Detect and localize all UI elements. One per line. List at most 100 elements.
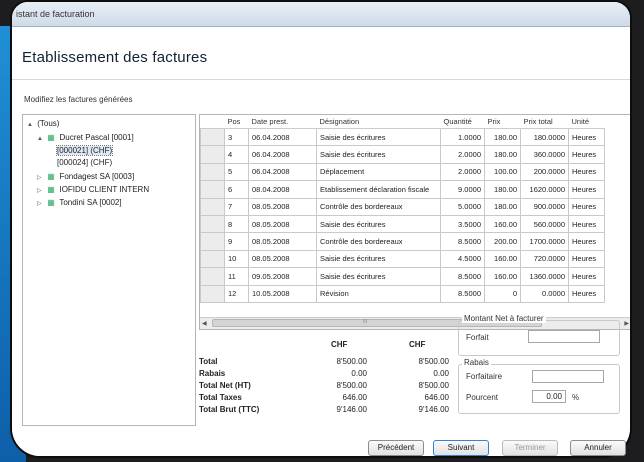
column-header-unite[interactable]: Unité xyxy=(568,115,605,129)
table-cell[interactable]: 560.0000 xyxy=(520,214,569,234)
row-header[interactable] xyxy=(200,180,225,199)
table-row[interactable]: 3 06.04.2008 Saisie des écritures 1.0000 180… xyxy=(200,127,605,147)
vertical-scrollbar[interactable]: ▲ ▼ xyxy=(630,115,632,315)
table-cell[interactable]: 10.05.2008 xyxy=(248,284,317,303)
table-cell[interactable]: 160.00 xyxy=(484,267,521,286)
table-cell[interactable]: Contrôle des bordereaux xyxy=(316,197,441,216)
row-header[interactable] xyxy=(200,232,225,251)
table-cell[interactable]: 1700.0000 xyxy=(520,232,569,251)
cancel-button[interactable]: Annuler xyxy=(570,440,626,456)
table-cell[interactable]: Etablissement déclaration fiscale xyxy=(316,180,441,199)
table-cell[interactable]: Heures xyxy=(568,214,605,234)
table-cell[interactable]: 8.5000 xyxy=(440,284,485,303)
expand-arrow-icon[interactable]: ▲ xyxy=(37,134,45,145)
table-cell[interactable]: Contrôle des bordereaux xyxy=(316,232,441,251)
column-header-date[interactable]: Date prest. xyxy=(248,115,317,129)
table-cell[interactable]: 180.00 xyxy=(484,180,521,199)
row-header[interactable] xyxy=(200,267,225,286)
table-cell[interactable]: 180.00 xyxy=(484,197,521,216)
tree-item-invoice-000024[interactable]: [000024] (CHF) xyxy=(57,157,112,168)
table-cell[interactable]: 08.05.2008 xyxy=(248,214,317,234)
table-cell[interactable]: 4.5000 xyxy=(440,249,485,269)
table-cell[interactable]: Saisie des écritures xyxy=(316,249,441,269)
table-cell[interactable]: Heures xyxy=(568,284,605,303)
table-cell[interactable]: 2.0000 xyxy=(440,145,485,164)
table-cell[interactable]: 8 xyxy=(224,214,249,234)
table-cell[interactable]: Saisie des écritures xyxy=(316,127,441,147)
expand-arrow-icon[interactable]: ▷ xyxy=(37,199,45,210)
table-cell[interactable]: 160.00 xyxy=(484,249,521,269)
table-cell[interactable]: Heures xyxy=(568,267,605,286)
expand-arrow-icon[interactable]: ▷ xyxy=(37,186,45,197)
table-cell[interactable]: 12 xyxy=(224,284,249,303)
tree-item-all[interactable]: ▲ (Tous) xyxy=(27,118,59,129)
table-cell[interactable]: 180.00 xyxy=(484,145,521,164)
table-cell[interactable]: 06.04.2008 xyxy=(248,145,317,164)
table-row[interactable]: 6 08.04.2008 Etablissement déclaration fis… xyxy=(200,180,605,199)
table-cell[interactable]: 0 xyxy=(484,284,521,303)
table-cell[interactable]: Heures xyxy=(568,180,605,199)
table-row[interactable]: 7 08.05.2008 Contrôle des bordereaux 5.0000… xyxy=(200,197,605,216)
table-cell[interactable]: 2.0000 xyxy=(440,162,485,182)
table-cell[interactable]: Heures xyxy=(568,162,605,182)
table-cell[interactable]: 3 xyxy=(224,127,249,147)
table-cell[interactable]: 9 xyxy=(224,232,249,251)
row-header[interactable] xyxy=(200,162,225,182)
table-cell[interactable]: 720.0000 xyxy=(520,249,569,269)
tree-item-tondini[interactable]: ▷ ▦ Tondini SA [0002] xyxy=(37,197,122,208)
column-header-pos[interactable]: Pos xyxy=(224,115,249,129)
table-cell[interactable]: 360.0000 xyxy=(520,145,569,164)
table-cell[interactable]: 08.05.2008 xyxy=(248,249,317,269)
table-cell[interactable]: 0.0000 xyxy=(520,284,569,303)
row-header[interactable] xyxy=(200,249,225,269)
table-cell[interactable]: Révision xyxy=(316,284,441,303)
table-cell[interactable]: 08.05.2008 xyxy=(248,232,317,251)
tree-item-ducret[interactable]: ▲ ▦ Ducret Pascal [0001] xyxy=(37,132,134,143)
table-cell[interactable]: 7 xyxy=(224,197,249,216)
scroll-left-icon[interactable]: ◀ xyxy=(202,320,207,327)
table-row[interactable]: 12 10.05.2008 Révision 8.5000 0 0.0000 Heures xyxy=(200,284,605,303)
table-cell[interactable]: 6 xyxy=(224,180,249,199)
row-header[interactable] xyxy=(200,197,225,216)
table-cell[interactable]: 09.05.2008 xyxy=(248,267,317,286)
table-cell[interactable]: 8.5000 xyxy=(440,267,485,286)
table-row[interactable]: 8 08.05.2008 Saisie des écritures 3.5000 160… xyxy=(200,214,605,234)
table-cell[interactable]: Déplacement xyxy=(316,162,441,182)
table-cell[interactable]: 06.04.2008 xyxy=(248,162,317,182)
table-cell[interactable]: 8.5000 xyxy=(440,232,485,251)
next-button[interactable]: Suivant xyxy=(433,440,489,456)
table-cell[interactable]: 9.0000 xyxy=(440,180,485,199)
invoice-lines-grid[interactable]: Pos Date prest. Désignation Quantité Pri… xyxy=(199,114,632,330)
table-cell[interactable]: Heures xyxy=(568,232,605,251)
table-cell[interactable]: Saisie des écritures xyxy=(316,214,441,234)
table-cell[interactable]: 06.04.2008 xyxy=(248,127,317,147)
scroll-right-icon[interactable]: ▶ xyxy=(624,320,629,327)
expand-arrow-icon[interactable]: ▲ xyxy=(27,120,35,131)
table-cell[interactable]: 4 xyxy=(224,145,249,164)
table-cell[interactable]: 08.05.2008 xyxy=(248,197,317,216)
table-cell[interactable]: 1620.0000 xyxy=(520,180,569,199)
expand-arrow-icon[interactable]: ▷ xyxy=(37,173,45,184)
row-header[interactable] xyxy=(200,214,225,234)
table-cell[interactable]: 900.0000 xyxy=(520,197,569,216)
table-cell[interactable]: 10 xyxy=(224,249,249,269)
table-cell[interactable]: 180.00 xyxy=(484,127,521,147)
table-cell[interactable]: Saisie des écritures xyxy=(316,145,441,164)
pourcent-input[interactable]: 0.00 xyxy=(532,390,566,403)
table-cell[interactable]: 08.04.2008 xyxy=(248,180,317,199)
table-cell[interactable]: 200.0000 xyxy=(520,162,569,182)
table-row[interactable]: 10 08.05.2008 Saisie des écritures 4.5000 16… xyxy=(200,249,605,269)
table-row[interactable]: 11 09.05.2008 Saisie des écritures 8.5000 16… xyxy=(200,267,605,286)
row-header[interactable] xyxy=(200,127,225,147)
table-cell[interactable]: 160.00 xyxy=(484,214,521,234)
tree-item-invoice-000021[interactable]: [000021] (CHF) xyxy=(55,145,114,156)
table-row[interactable]: 5 06.04.2008 Déplacement 2.0000 100.00 200.00… xyxy=(200,162,605,182)
table-cell[interactable]: Heures xyxy=(568,127,605,147)
table-cell[interactable]: 5.0000 xyxy=(440,197,485,216)
row-header[interactable] xyxy=(200,284,225,303)
forfaitaire-input[interactable] xyxy=(532,370,604,383)
table-cell[interactable]: Heures xyxy=(568,249,605,269)
table-row[interactable]: 9 08.05.2008 Contrôle des bordereaux 8.5000… xyxy=(200,232,605,251)
table-cell[interactable]: 100.00 xyxy=(484,162,521,182)
table-cell[interactable]: Heures xyxy=(568,145,605,164)
